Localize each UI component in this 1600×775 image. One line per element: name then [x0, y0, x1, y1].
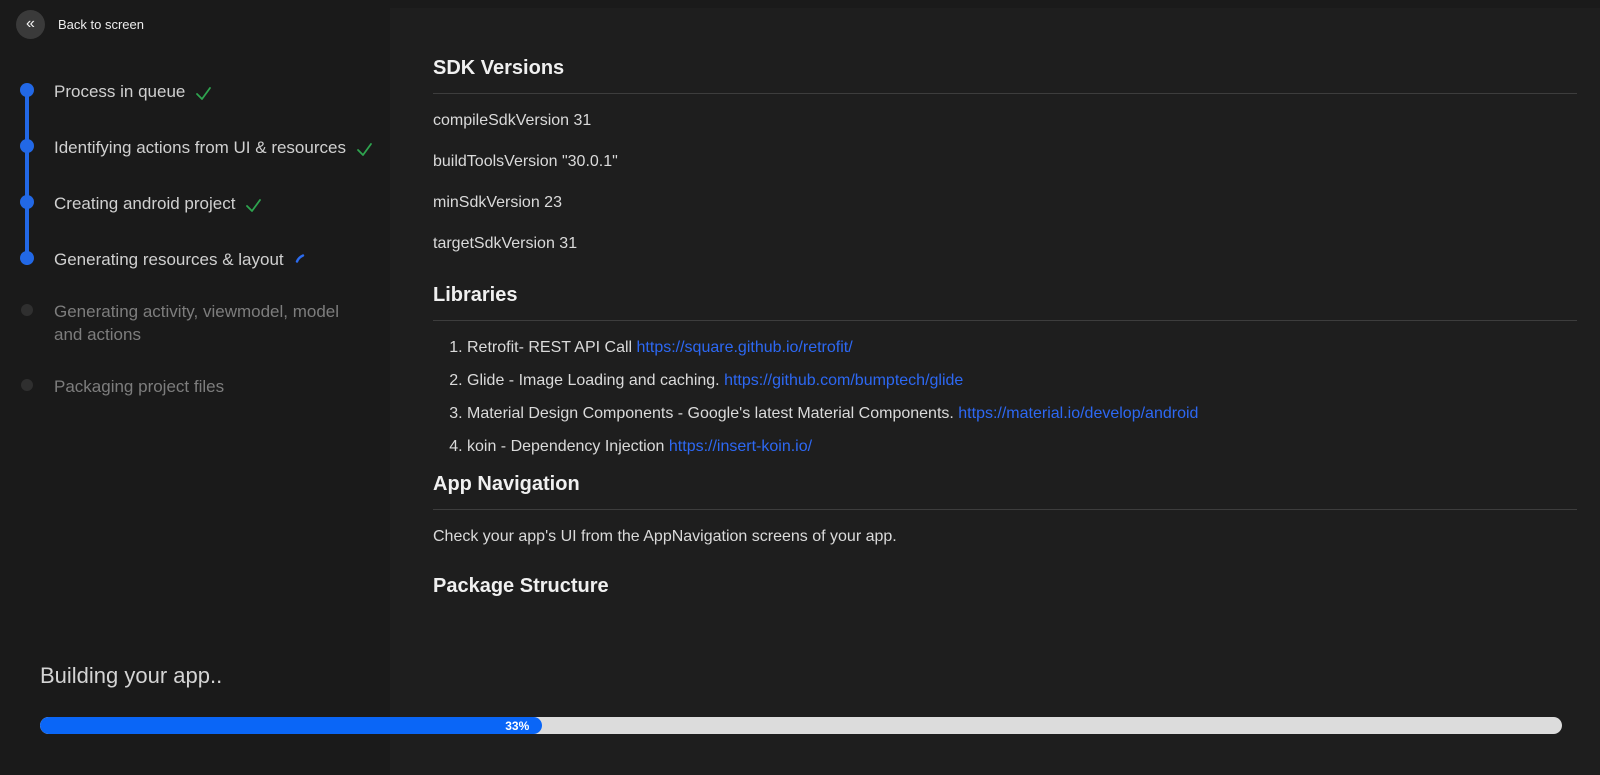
step-label: Identifying actions from UI & resources — [54, 138, 346, 157]
back-to-screen-button[interactable]: « Back to screen — [16, 10, 144, 39]
sdk-version-line: compileSdkVersion 31 — [433, 112, 592, 129]
step-label: Packaging project files — [54, 377, 225, 396]
app-navigation-heading: App Navigation — [433, 473, 580, 495]
sdk-version-lines: compileSdkVersion 31 buildToolsVersion "3… — [433, 111, 1577, 254]
sdk-versions-heading: SDK Versions — [433, 57, 565, 79]
step-label: Generating activity, viewmodel, model an… — [54, 302, 340, 344]
library-description: Retrofit- REST API Call — [467, 339, 637, 356]
sdk-version-line: minSdkVersion 23 — [433, 194, 562, 211]
section-divider — [433, 509, 1577, 510]
build-details-content: SDK Versions compileSdkVersion 31 buildTo… — [433, 0, 1577, 598]
library-list-item: Material Design Components - Google's la… — [467, 404, 1577, 424]
stepper-step: Generating activity, viewmodel, model an… — [10, 300, 382, 346]
library-list-item: koin - Dependency Injection https://inse… — [467, 437, 1577, 457]
library-description: Glide - Image Loading and caching. — [467, 372, 725, 389]
library-link[interactable]: https://github.com/bumptech/glide — [724, 372, 963, 389]
library-link[interactable]: https://insert-koin.io/ — [669, 438, 812, 455]
build-steps-stepper: Process in queue Identifying actions from… — [10, 80, 382, 427]
step-dot-icon — [20, 139, 34, 153]
check-icon — [244, 195, 263, 219]
libraries-list: Retrofit- REST API Call https://square.g… — [433, 338, 1577, 457]
back-button-label: Back to screen — [58, 17, 144, 32]
stepper-step: Creating android project — [10, 192, 382, 219]
step-dot-icon — [21, 379, 33, 391]
library-list-item: Glide - Image Loading and caching. https… — [467, 371, 1577, 391]
stepper-step: Packaging project files — [10, 375, 382, 398]
section-divider — [433, 320, 1577, 321]
library-link[interactable]: https://square.github.io/retrofit/ — [637, 339, 853, 356]
stepper-step: Generating resources & layout — [10, 248, 382, 271]
step-label: Process in queue — [54, 82, 186, 101]
libraries-heading: Libraries — [433, 284, 518, 306]
build-progress-fill: 33% — [40, 717, 543, 734]
check-icon — [355, 139, 374, 163]
stepper-step: Identifying actions from UI & resources — [10, 136, 382, 163]
stepper-progress-rail — [25, 88, 29, 265]
step-dot-icon — [21, 304, 33, 316]
sdk-version-line: buildToolsVersion "30.0.1" — [433, 153, 618, 170]
library-link[interactable]: https://material.io/develop/android — [958, 405, 1198, 422]
library-description: koin - Dependency Injection — [467, 438, 669, 455]
build-progress-bar: 33% — [40, 717, 1562, 734]
chevrons-left-icon: « — [16, 10, 45, 39]
progress-percent-label: 33% — [505, 718, 530, 733]
stepper-step: Process in queue — [10, 80, 382, 107]
package-structure-heading: Package Structure — [433, 575, 609, 597]
section-divider — [433, 93, 1577, 94]
step-label: Generating resources & layout — [54, 250, 284, 269]
step-dot-icon — [20, 83, 34, 97]
spinner-icon — [293, 251, 307, 270]
build-status-text: Building your app.. — [40, 663, 223, 688]
library-list-item: Retrofit- REST API Call https://square.g… — [467, 338, 1577, 358]
app-navigation-body: Check your app's UI from the AppNavigati… — [433, 528, 897, 545]
step-dot-icon — [20, 251, 34, 265]
sdk-version-line: targetSdkVersion 31 — [433, 235, 578, 252]
library-description: Material Design Components - Google's la… — [467, 405, 959, 422]
step-dot-icon — [20, 195, 34, 209]
step-label: Creating android project — [54, 194, 236, 213]
check-icon — [194, 83, 213, 107]
